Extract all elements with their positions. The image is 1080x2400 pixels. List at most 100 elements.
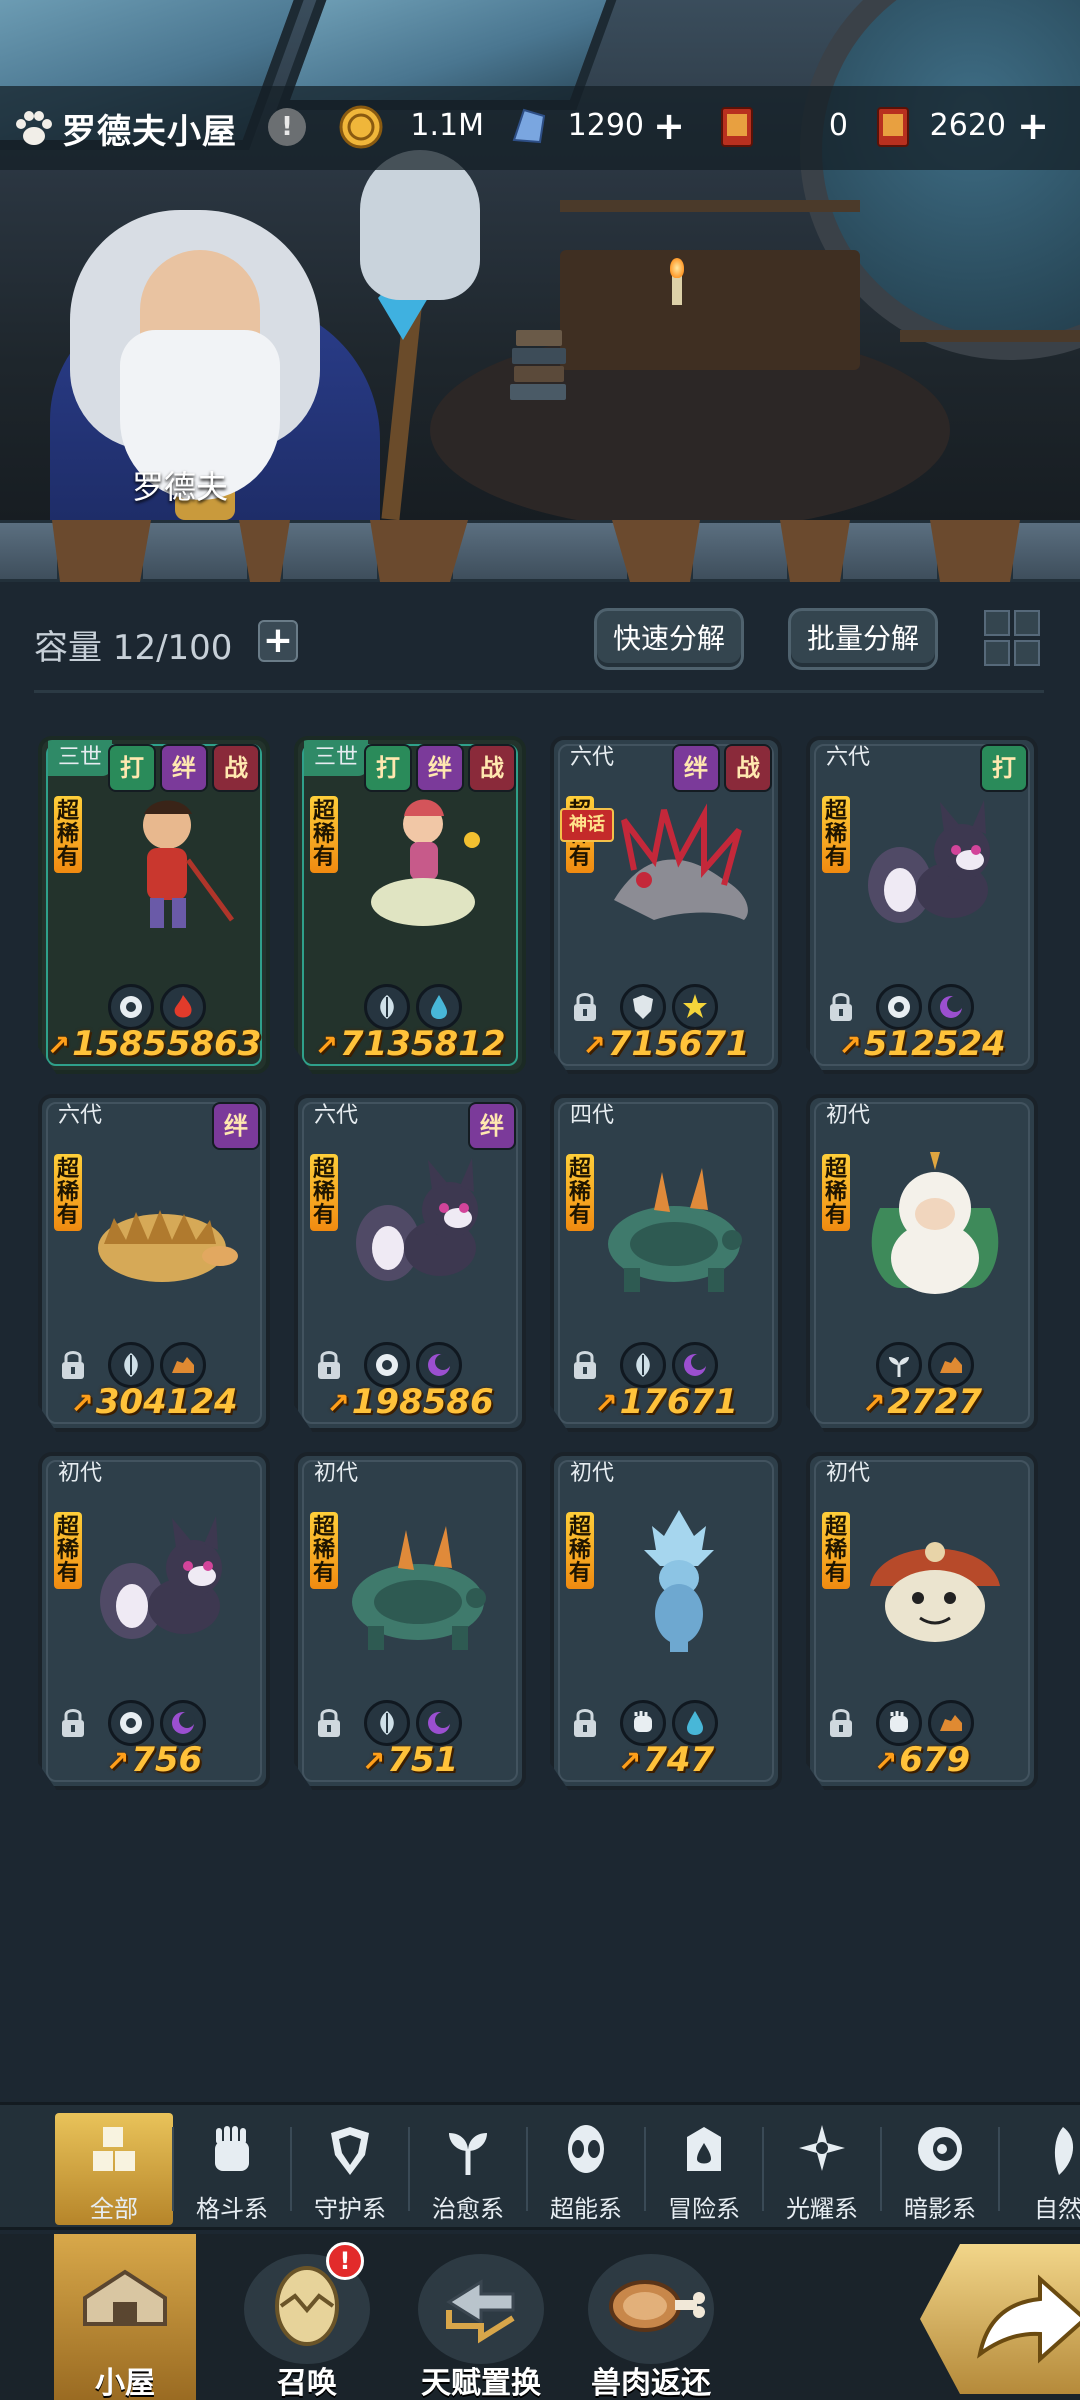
category-separator — [644, 2127, 646, 2211]
category-tab-shield[interactable]: 守护系 — [291, 2113, 409, 2225]
sprout-icon — [449, 2133, 487, 2175]
nav-swap[interactable]: 天赋置换 — [410, 2234, 552, 2400]
power-arrow-icon: ↗ — [873, 1745, 898, 1778]
category-separator — [526, 2127, 528, 2211]
creature-art-platypus — [98, 1210, 238, 1282]
trait-tag: 战 — [468, 744, 516, 792]
power-number: 15855863 — [72, 1024, 262, 1064]
generation-label: 六代 — [570, 745, 615, 770]
category-separator — [408, 2127, 410, 2211]
creature-card[interactable]: 初代 超稀有 ↗2727 — [806, 1094, 1038, 1432]
lock-icon[interactable] — [56, 1348, 90, 1382]
power-arrow-icon: ↗ — [46, 1029, 71, 1062]
creature-art-horned-beast — [352, 1526, 486, 1650]
lock-icon[interactable] — [312, 1348, 346, 1382]
category-tab-shadow[interactable]: 暗影系 — [881, 2113, 999, 2225]
lock-icon[interactable] — [824, 990, 858, 1024]
lock-icon[interactable] — [824, 1706, 858, 1740]
category-tab-light[interactable]: 光耀系 — [763, 2113, 881, 2225]
plank-divider — [0, 520, 1080, 582]
gold-value: 1.1M — [410, 108, 484, 143]
power-number: 304124 — [95, 1382, 238, 1422]
add-crystal-button[interactable]: + — [652, 107, 686, 145]
creature-art-cloud-girl — [371, 799, 480, 926]
category-tab-adventure[interactable]: 冒险系 — [645, 2113, 763, 2225]
creature-card[interactable]: 六代超稀有绊战神话↗715671 — [550, 736, 782, 1074]
adventure-icon — [687, 2127, 721, 2171]
power-arrow-icon: ↗ — [70, 1387, 94, 1420]
light-icon — [799, 2125, 845, 2171]
power-value: ↗17671 — [554, 1382, 778, 1422]
power-value: ↗304124 — [42, 1382, 266, 1422]
creature-card[interactable]: 四代 超稀有 ↗17671 — [550, 1094, 782, 1432]
grid-view-toggle[interactable] — [982, 608, 1042, 668]
info-button[interactable]: ! — [268, 108, 306, 146]
generation-label: 初代 — [570, 1461, 615, 1486]
category-label: 光耀系 — [786, 2195, 858, 2223]
lock-icon[interactable] — [568, 990, 602, 1024]
creature-card[interactable]: 初代 超稀有 ↗756 — [38, 1452, 270, 1790]
power-value: ↗198586 — [298, 1382, 522, 1422]
crystal-icon — [512, 108, 546, 144]
swap-icon — [446, 2279, 515, 2344]
rarity-badge: 超稀有 — [566, 1512, 594, 1589]
creature-card[interactable]: 六代 超稀有 绊 ↗198586 — [294, 1094, 526, 1432]
category-label: 治愈系 — [432, 2195, 504, 2223]
trait-tag: 战 — [212, 744, 260, 792]
trait-tag: 打 — [364, 744, 412, 792]
creature-card[interactable]: 三世 超稀有打绊战 ↗7135812 — [294, 736, 526, 1074]
meat-icon — [609, 2280, 705, 2332]
divider — [34, 690, 1044, 693]
lock-icon[interactable] — [568, 1706, 602, 1740]
creature-card[interactable]: 六代 超稀有 打 ↗512524 — [806, 736, 1038, 1074]
capacity-add-button[interactable]: + — [258, 620, 298, 662]
hut-scene: 罗德夫 — [0, 0, 1080, 520]
category-separator — [880, 2127, 882, 2211]
batch-decompose-button[interactable]: 批量分解 — [788, 608, 938, 670]
desk — [560, 250, 860, 370]
rarity-badge: 超稀有 — [54, 1512, 82, 1589]
rarity-badge: 超稀有 — [822, 1512, 850, 1589]
category-tab-nature[interactable]: 自然 — [999, 2113, 1080, 2225]
power-value: ↗2727 — [810, 1382, 1034, 1422]
category-separator — [290, 2127, 292, 2211]
nav-label: 天赋置换 — [421, 2366, 541, 2400]
power-number: 17671 — [619, 1382, 738, 1422]
rarity-badge: 超稀有 — [54, 796, 82, 873]
power-number: 747 — [643, 1740, 715, 1780]
nav-meat[interactable]: 兽肉返还 — [580, 2234, 722, 2400]
category-label: 守护系 — [314, 2195, 386, 2223]
trait-tag: 绊 — [468, 1102, 516, 1150]
lock-icon[interactable] — [312, 1706, 346, 1740]
nav-egg[interactable]: 召唤! — [236, 2234, 378, 2400]
nav-house[interactable]: 小屋 — [54, 2234, 196, 2400]
category-tab-fist[interactable]: 格斗系 — [173, 2113, 291, 2225]
creature-card[interactable]: 三世 超稀有打绊战 ↗15855863 — [38, 736, 270, 1074]
category-tab-alien[interactable]: 超能系 — [527, 2113, 645, 2225]
creature-card[interactable]: 初代 超稀有 ↗679 — [806, 1452, 1038, 1790]
generation-label: 六代 — [58, 1103, 103, 1128]
category-tab-all[interactable]: 全部 — [55, 2113, 173, 2225]
category-tab-sprout[interactable]: 治愈系 — [409, 2113, 527, 2225]
generation-label: 初代 — [826, 1103, 871, 1128]
add-ticket-button[interactable]: + — [1016, 107, 1050, 145]
shelf — [560, 200, 860, 212]
rarity-badge: 超稀有 — [310, 796, 338, 873]
category-filter-bar: 全部 格斗系 守护系 治愈系 超能系 冒险系 光耀系 暗影系 自然 — [0, 2102, 1080, 2230]
power-value: ↗751 — [298, 1740, 522, 1780]
power-number: 679 — [899, 1740, 971, 1780]
lock-icon[interactable] — [56, 1706, 90, 1740]
power-value: ↗715671 — [554, 1024, 778, 1064]
creature-card[interactable]: 初代超稀有 ↗747 — [550, 1452, 782, 1790]
lock-icon[interactable] — [568, 1348, 602, 1382]
top-resource-bar: 罗德夫小屋 ! 1.1M 1290 + 0 2620 + — [0, 86, 1080, 170]
creature-card[interactable]: 六代 超稀有 绊 ↗304124 — [38, 1094, 270, 1432]
rarity-badge: 超稀有 — [566, 1154, 594, 1231]
category-label: 超能系 — [550, 2195, 622, 2223]
category-separator — [172, 2127, 174, 2211]
quick-decompose-button[interactable]: 快速分解 — [594, 608, 744, 670]
nav-label: 小屋 — [95, 2366, 155, 2400]
power-value: ↗747 — [554, 1740, 778, 1780]
category-label: 格斗系 — [196, 2195, 268, 2223]
creature-card[interactable]: 初代 超稀有 ↗751 — [294, 1452, 526, 1790]
